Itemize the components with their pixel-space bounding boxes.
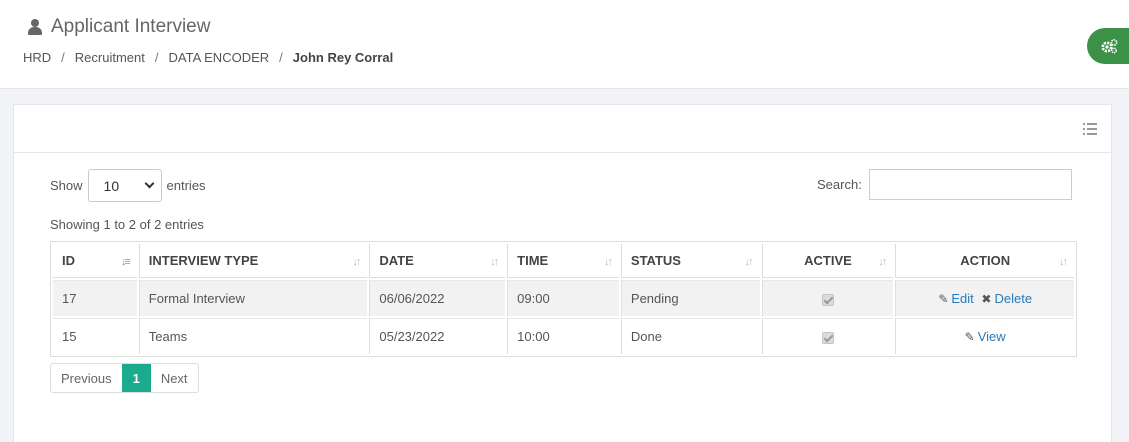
show-label: Show [50,178,83,193]
search-input[interactable] [868,169,1072,200]
table-header-row: ID ↓≡ INTERVIEW TYPE ↓↑ DATE ↓↑ TIME ↓↑ STAT… [53,244,1074,278]
entries-length-control: Show 10 entries [50,169,206,202]
entries-label: entries [166,178,206,193]
cell-status: Pending [620,280,760,316]
view-link[interactable]: ✎ View [965,329,1006,344]
breadcrumb-recruitment[interactable]: Recruitment [75,50,145,65]
column-header-date[interactable]: DATE ↓↑ [369,244,506,278]
cell-date: 06/06/2022 [369,280,506,316]
sort-icon: ↓↑ [878,256,887,268]
cell-active [761,280,894,316]
interview-panel: Show 10 entries Search: Showing 1 to 2 o… [13,104,1112,442]
column-header-active[interactable]: ACTIVE ↓↑ [761,244,894,278]
column-header-id[interactable]: ID ↓≡ [53,244,137,278]
edit-icon: ✎ [964,329,975,344]
cell-time: 09:00 [507,280,619,316]
column-header-action[interactable]: ACTION ↓↑ [895,244,1074,278]
entries-select[interactable]: 10 [87,169,162,202]
sort-icon: ↓↑ [603,256,613,268]
column-header-interview-type[interactable]: INTERVIEW TYPE ↓↑ [138,244,368,278]
breadcrumb-separator: / [279,50,283,65]
breadcrumb-data-encoder[interactable]: DATA ENCODER [169,50,270,65]
edit-link[interactable]: ✎ Edit [938,291,973,306]
table-row: 17 Formal Interview 06/06/2022 09:00 Pen… [53,280,1074,316]
settings-toggle-button[interactable] [1087,28,1129,64]
sort-icon: ↓↑ [490,256,499,268]
cell-interview-type: Teams [138,318,368,354]
breadcrumb-current: John Rey Corral [292,50,394,65]
column-header-status[interactable]: STATUS ↓↑ [620,244,760,278]
cell-date: 05/23/2022 [369,318,506,354]
breadcrumb-separator: / [61,50,65,65]
cell-interview-type: Formal Interview [138,280,368,316]
interview-table: ID ↓≡ INTERVIEW TYPE ↓↑ DATE ↓↑ TIME ↓↑ STAT… [50,241,1077,357]
sort-icon: ↓↑ [744,256,754,268]
table-row: 15 Teams 05/23/2022 10:00 Done ✎ View [53,318,1074,354]
sort-icon: ↓↑ [352,256,361,268]
cell-time: 10:00 [507,318,619,354]
delete-link[interactable]: ✖ Delete [981,291,1032,306]
cell-action: ✎ Edit ✖ Delete [895,280,1074,316]
previous-button[interactable]: Previous [51,364,122,392]
cogs-icon [1101,39,1118,54]
times-icon: ✖ [981,291,992,306]
search-control: Search: [817,169,1072,200]
chevron-down-icon [144,178,154,189]
next-button[interactable]: Next [151,364,198,392]
breadcrumb: HRD / Recruitment / DATA ENCODER / John … [23,50,393,65]
cell-active [761,318,894,354]
sort-icon: ↓≡ [120,256,131,268]
cell-id: 17 [53,280,137,316]
edit-icon: ✎ [938,291,949,306]
active-checkbox [821,293,834,306]
cell-status: Done [620,318,760,354]
search-label: Search: [817,177,862,192]
cell-id: 15 [53,318,137,354]
table-info: Showing 1 to 2 of 2 entries [50,217,204,232]
breadcrumb-separator: / [154,50,159,65]
entries-select-value: 10 [103,177,120,194]
active-checkbox [821,331,834,344]
sort-icon: ↓↑ [1059,256,1068,268]
page-title: Applicant Interview [28,16,210,38]
page-title-text: Applicant Interview [51,16,211,37]
column-header-time[interactable]: TIME ↓↑ [507,244,619,278]
user-icon [28,19,42,35]
list-icon[interactable] [1083,123,1097,135]
pagination: Previous 1 Next [50,363,199,393]
page-header: Applicant Interview HRD / Recruitment / … [0,0,1129,89]
panel-header [14,105,1111,153]
cell-action: ✎ View [895,318,1074,354]
breadcrumb-hrd[interactable]: HRD [23,50,51,65]
page-button-1[interactable]: 1 [121,364,151,392]
